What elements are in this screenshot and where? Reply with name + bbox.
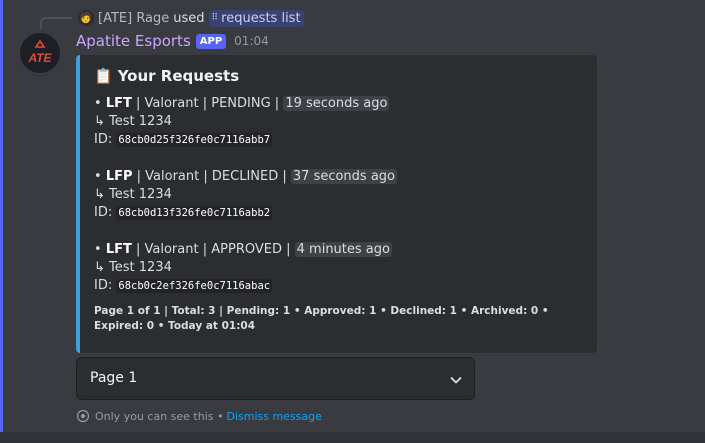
request-game: Valorant <box>144 242 199 257</box>
ephemeral-text: Only you can see this • <box>95 409 224 423</box>
request-game: Valorant <box>144 96 199 111</box>
bot-avatar[interactable]: ATE <box>20 33 60 73</box>
clipboard-icon: 📋 <box>94 67 113 85</box>
chevron-down-icon <box>450 377 462 384</box>
bot-name[interactable]: Apatite Esports <box>76 32 191 50</box>
request-id: 68cb0d13f326fe0c7116abb2 <box>116 206 273 220</box>
request-text: Test 1234 <box>109 114 172 129</box>
requests-embed: 📋 Your Requests • LFT | Valorant | PENDI… <box>76 55 597 353</box>
request-item: • LFP | Valorant | DECLINED | 37 seconds… <box>94 169 398 220</box>
request-type: LFT <box>105 96 132 111</box>
request-game: Valorant <box>145 169 200 184</box>
embed-title: 📋 Your Requests <box>94 67 239 85</box>
request-id: 68cb0c2ef326fe0c7116abac <box>116 279 273 293</box>
app-badge: APP <box>195 33 227 49</box>
request-type: LFP <box>105 169 133 184</box>
reply-used-label: used <box>173 10 205 26</box>
request-item: • LFT | Valorant | PENDING | 19 seconds … <box>94 96 390 147</box>
ephemeral-note: Only you can see this • Dismiss message <box>76 409 322 423</box>
reply-username[interactable]: [ATE] Rage <box>98 11 169 26</box>
request-id: 68cb0d25f326fe0c7116abb7 <box>116 133 273 147</box>
reply-spine <box>40 17 72 29</box>
dismiss-message-link[interactable]: Dismiss message <box>226 410 321 423</box>
request-timestamp[interactable]: 4 minutes ago <box>294 242 392 257</box>
request-type: LFT <box>105 242 132 257</box>
page-select[interactable]: Page 1 <box>76 357 475 400</box>
avatar-logo-text: ATE <box>27 51 52 65</box>
request-status: APPROVED <box>211 242 282 257</box>
request-text: Test 1234 <box>109 187 172 202</box>
embed-title-text: Your Requests <box>117 67 240 85</box>
apatite-logo-icon: ATE <box>20 33 60 73</box>
sub-arrow-icon: ↳ <box>94 114 105 129</box>
page-select-value: Page 1 <box>90 370 138 386</box>
sub-arrow-icon: ↳ <box>94 187 105 202</box>
message-header: Apatite Esports APP 01:04 <box>76 31 269 51</box>
request-status: PENDING <box>211 96 271 111</box>
request-timestamp[interactable]: 37 seconds ago <box>290 169 398 184</box>
message-time[interactable]: 01:04 <box>234 34 269 48</box>
eye-icon <box>76 409 90 423</box>
sub-arrow-icon: ↳ <box>94 260 105 275</box>
message-highlight-bar <box>0 0 3 432</box>
request-text: Test 1234 <box>109 260 172 275</box>
command-mention[interactable]: ⠿ requests list <box>208 9 304 27</box>
embed-footer: Page 1 of 1 | Total: 3 | Pending: 1 • Ap… <box>94 305 549 332</box>
command-name: requests list <box>221 10 301 26</box>
request-status: DECLINED <box>211 169 279 184</box>
reply-context[interactable]: 🧑 [ATE] Rage used ⠿ requests list <box>78 9 304 27</box>
reply-user-avatar[interactable]: 🧑 <box>78 10 94 26</box>
app-command-icon: ⠿ <box>211 13 219 23</box>
request-item: • LFT | Valorant | APPROVED | 4 minutes … <box>94 242 392 293</box>
request-timestamp[interactable]: 19 seconds ago <box>283 96 390 111</box>
